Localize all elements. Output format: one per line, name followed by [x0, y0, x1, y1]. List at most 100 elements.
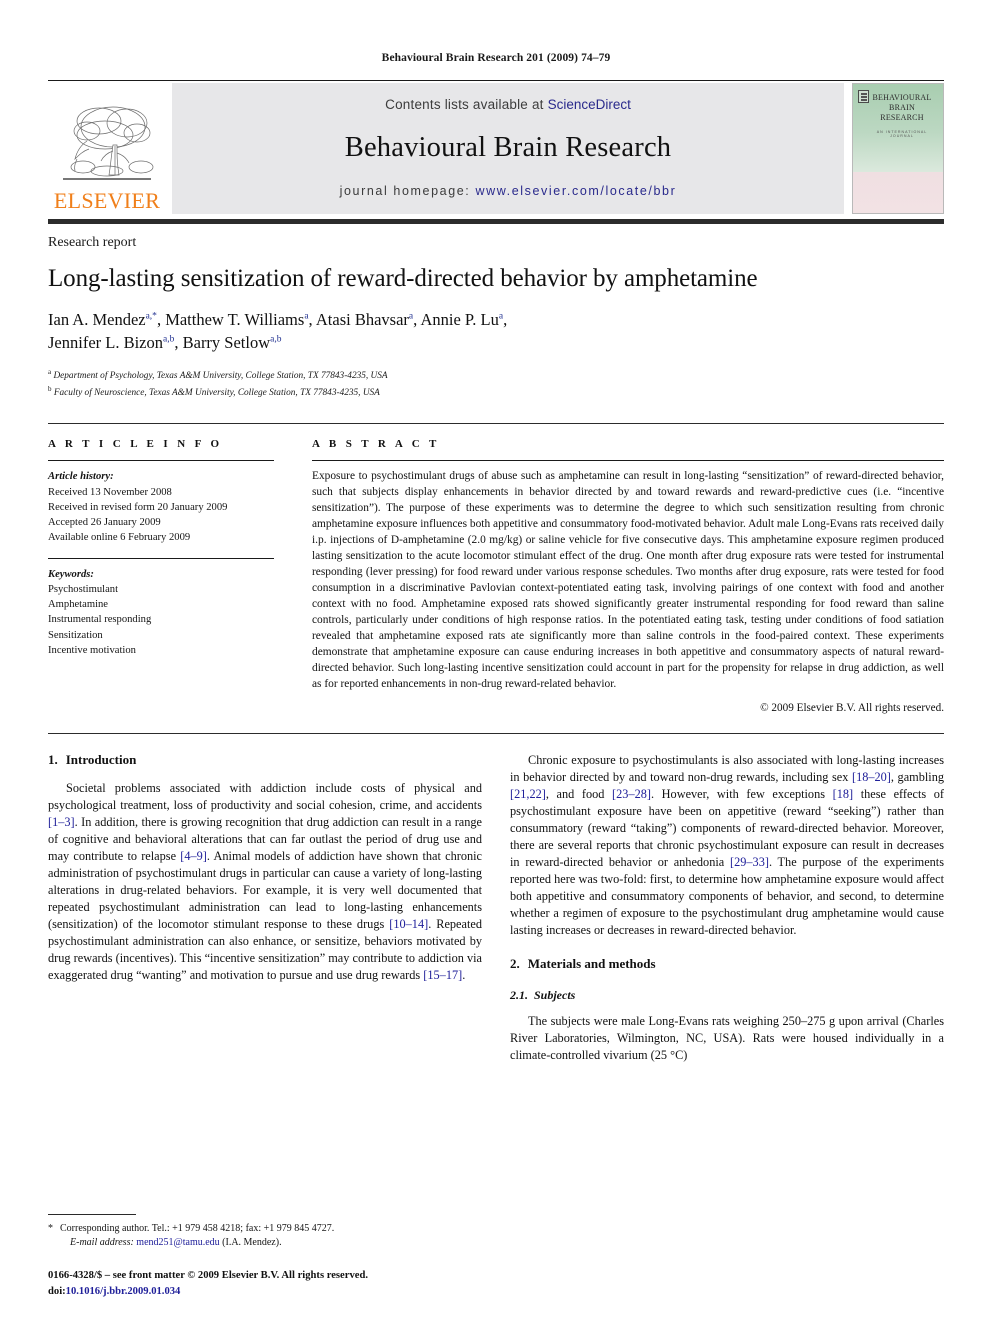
author-name: Jennifer L. Bizon [48, 332, 164, 352]
abstract-column: A B S T R A C T Exposure to psychostimul… [300, 438, 944, 714]
citation-ref[interactable]: [18–20] [852, 770, 891, 784]
email-link[interactable]: mend251@tamu.edu [136, 1237, 219, 1248]
intro-paragraph-1: Societal problems associated with addict… [48, 780, 482, 984]
info-abstract-region: A R T I C L E I N F O Article history: R… [48, 423, 944, 714]
section-number: 1. [48, 751, 58, 767]
history-item: Available online 6 February 2009 [48, 532, 191, 544]
cover-bottom-panel [853, 171, 943, 213]
subsection-heading-subjects: 2.1. Subjects [510, 988, 944, 1003]
author-affil-marker: a,b [163, 334, 175, 345]
section-number: 2. [510, 956, 520, 972]
sciencedirect-link[interactable]: ScienceDirect [548, 97, 631, 112]
body-two-column-region: 1. Introduction Societal problems associa… [48, 732, 944, 1064]
keywords-block: Keywords: Psychostimulant Amphetamine In… [48, 567, 274, 659]
article-type-label: Research report [48, 235, 137, 250]
author-name: , Annie P. Lu [413, 309, 499, 329]
elsevier-tree-icon [57, 101, 157, 189]
keyword-item: Sensitization [48, 629, 103, 641]
email-note: E-mail address: mend251@tamu.edu (I.A. M… [48, 1236, 482, 1250]
citation-ref[interactable]: [29–33] [730, 855, 769, 869]
author-name: , Matthew T. Williams [156, 309, 305, 329]
citation-ref[interactable]: [21,22] [510, 787, 546, 801]
issn-line: 0166-4328/$ – see front matter © 2009 El… [48, 1270, 368, 1282]
homepage-prefix: journal homepage: [339, 184, 476, 198]
keyword-item: Incentive motivation [48, 644, 136, 656]
abstract-text: Exposure to psychostimulant drugs of abu… [312, 470, 944, 690]
masthead-bottom-rule [48, 219, 944, 224]
keywords-label: Keywords: [48, 568, 94, 580]
subsection-number: 2.1. [510, 988, 528, 1003]
elsevier-tree-mark-icon [858, 90, 869, 103]
para-text: . [462, 968, 466, 983]
affiliation-text: Faculty of Neuroscience, Texas A&M Unive… [53, 388, 380, 399]
author-affil-marker[interactable]: a,* [146, 311, 157, 321]
affiliation-text: Department of Psychology, Texas A&M Univ… [53, 371, 388, 382]
intro-paragraph-2: Chronic exposure to psychostimulants is … [510, 752, 944, 939]
citation-ref[interactable]: [1–3] [48, 815, 75, 829]
email-owner: (I.A. Mendez). [222, 1237, 282, 1249]
abstract-heading: A B S T R A C T [312, 438, 440, 451]
journal-homepage-line: journal homepage: www.elsevier.com/locat… [340, 184, 677, 198]
affiliation-item: b Faculty of Neuroscience, Texas A&M Uni… [48, 384, 944, 401]
history-item: Accepted 26 January 2009 [48, 517, 161, 529]
citation-ref[interactable]: [18] [833, 787, 854, 801]
author-line-2: Jennifer L. Bizona,b, Barry Setlowa,b [48, 331, 944, 354]
para-text: Societal problems associated with addict… [48, 780, 482, 812]
footnote-star-marker: * [48, 1222, 53, 1234]
article-history-label: Article history: [48, 471, 114, 483]
section-heading-materials-and-methods: 2. Materials and methods [510, 956, 944, 972]
corresponding-author-text: Corresponding author. Tel.: +1 979 458 4… [60, 1222, 335, 1234]
elsevier-logo: ELSEVIER [48, 83, 166, 214]
citation-ref[interactable]: [15–17] [423, 968, 462, 982]
email-label: E-mail address: [70, 1237, 134, 1249]
journal-title: Behavioural Brain Research [344, 131, 672, 163]
footnote-region: * Corresponding author. Tel.: +1 979 458 … [48, 1213, 482, 1299]
author-line-1: Ian A. Mendeza,*, Matthew T. Williamsa, … [48, 308, 944, 331]
para-text: , gambling [890, 769, 944, 784]
affiliation-marker: a [48, 368, 52, 377]
contents-available-line: Contents lists available at ScienceDirec… [385, 97, 631, 112]
author-affil-marker: a,b [270, 334, 282, 345]
citation-ref[interactable]: [4–9] [180, 849, 207, 863]
footnote-rule [48, 1213, 136, 1215]
keyword-item: Psychostimulant [48, 583, 119, 595]
history-item: Received 13 November 2008 [48, 486, 172, 498]
cover-title-line3: RESEARCH [880, 113, 924, 123]
body-column-left: 1. Introduction Societal problems associa… [48, 752, 482, 1064]
contents-prefix: Contents lists available at [385, 97, 548, 112]
doi-link[interactable]: 10.1016/j.bbr.2009.01.034 [66, 1286, 181, 1297]
affiliation-list: a Department of Psychology, Texas A&M Un… [48, 367, 944, 401]
running-head: Behavioural Brain Research 201 (2009) 74… [381, 52, 611, 64]
doi-line: doi:10.1016/j.bbr.2009.01.034 [48, 1284, 482, 1299]
cover-title-line2: BRAIN [889, 103, 915, 113]
page-title: Long-lasting sensitization of reward-dir… [48, 265, 758, 292]
cover-title: BEHAVIOURAL BRAIN RESEARCH [866, 93, 938, 124]
author-list: Ian A. Mendeza,*, Matthew T. Williamsa, … [48, 308, 944, 355]
subjects-paragraph-1: The subjects were male Long-Evans rats w… [510, 1014, 944, 1063]
author-name: , Atasi Bhavsar [308, 309, 409, 329]
journal-homepage-link[interactable]: www.elsevier.com/locate/bbr [475, 184, 676, 198]
body-column-right: Chronic exposure to psychostimulants is … [510, 752, 944, 1064]
section-heading-introduction: 1. Introduction [48, 752, 482, 768]
section-title: Materials and methods [527, 956, 656, 972]
journal-band: Contents lists available at ScienceDirec… [172, 83, 844, 214]
abstract-rule [312, 460, 944, 462]
history-item: Received in revised form 20 January 2009 [48, 501, 228, 513]
corresponding-author-note: * Corresponding author. Tel.: +1 979 458 … [48, 1222, 482, 1236]
para-text: . However, with few exceptions [650, 787, 833, 801]
article-info-rule [48, 460, 274, 462]
copyright-line: © 2009 Elsevier B.V. All rights reserved… [760, 701, 944, 714]
keyword-item: Instrumental responding [48, 614, 152, 626]
citation-ref[interactable]: [23–28] [612, 787, 651, 801]
author-name: Ian A. Mendez [48, 309, 146, 329]
issn-copyright-block: 0166-4328/$ – see front matter © 2009 El… [48, 1268, 482, 1299]
journal-masthead: ELSEVIER Contents lists available at Sci… [48, 80, 944, 214]
journal-cover-thumbnail: BEHAVIOURAL BRAIN RESEARCH AN INTERNATIO… [852, 83, 944, 214]
keywords-rule [48, 557, 274, 559]
citation-ref[interactable]: [10–14] [389, 917, 428, 931]
subsection-title: Subjects [534, 988, 576, 1003]
keyword-item: Amphetamine [48, 599, 109, 611]
article-history-block: Article history: Received 13 November 20… [48, 469, 274, 545]
author-name: , Barry Setlow [174, 332, 271, 352]
